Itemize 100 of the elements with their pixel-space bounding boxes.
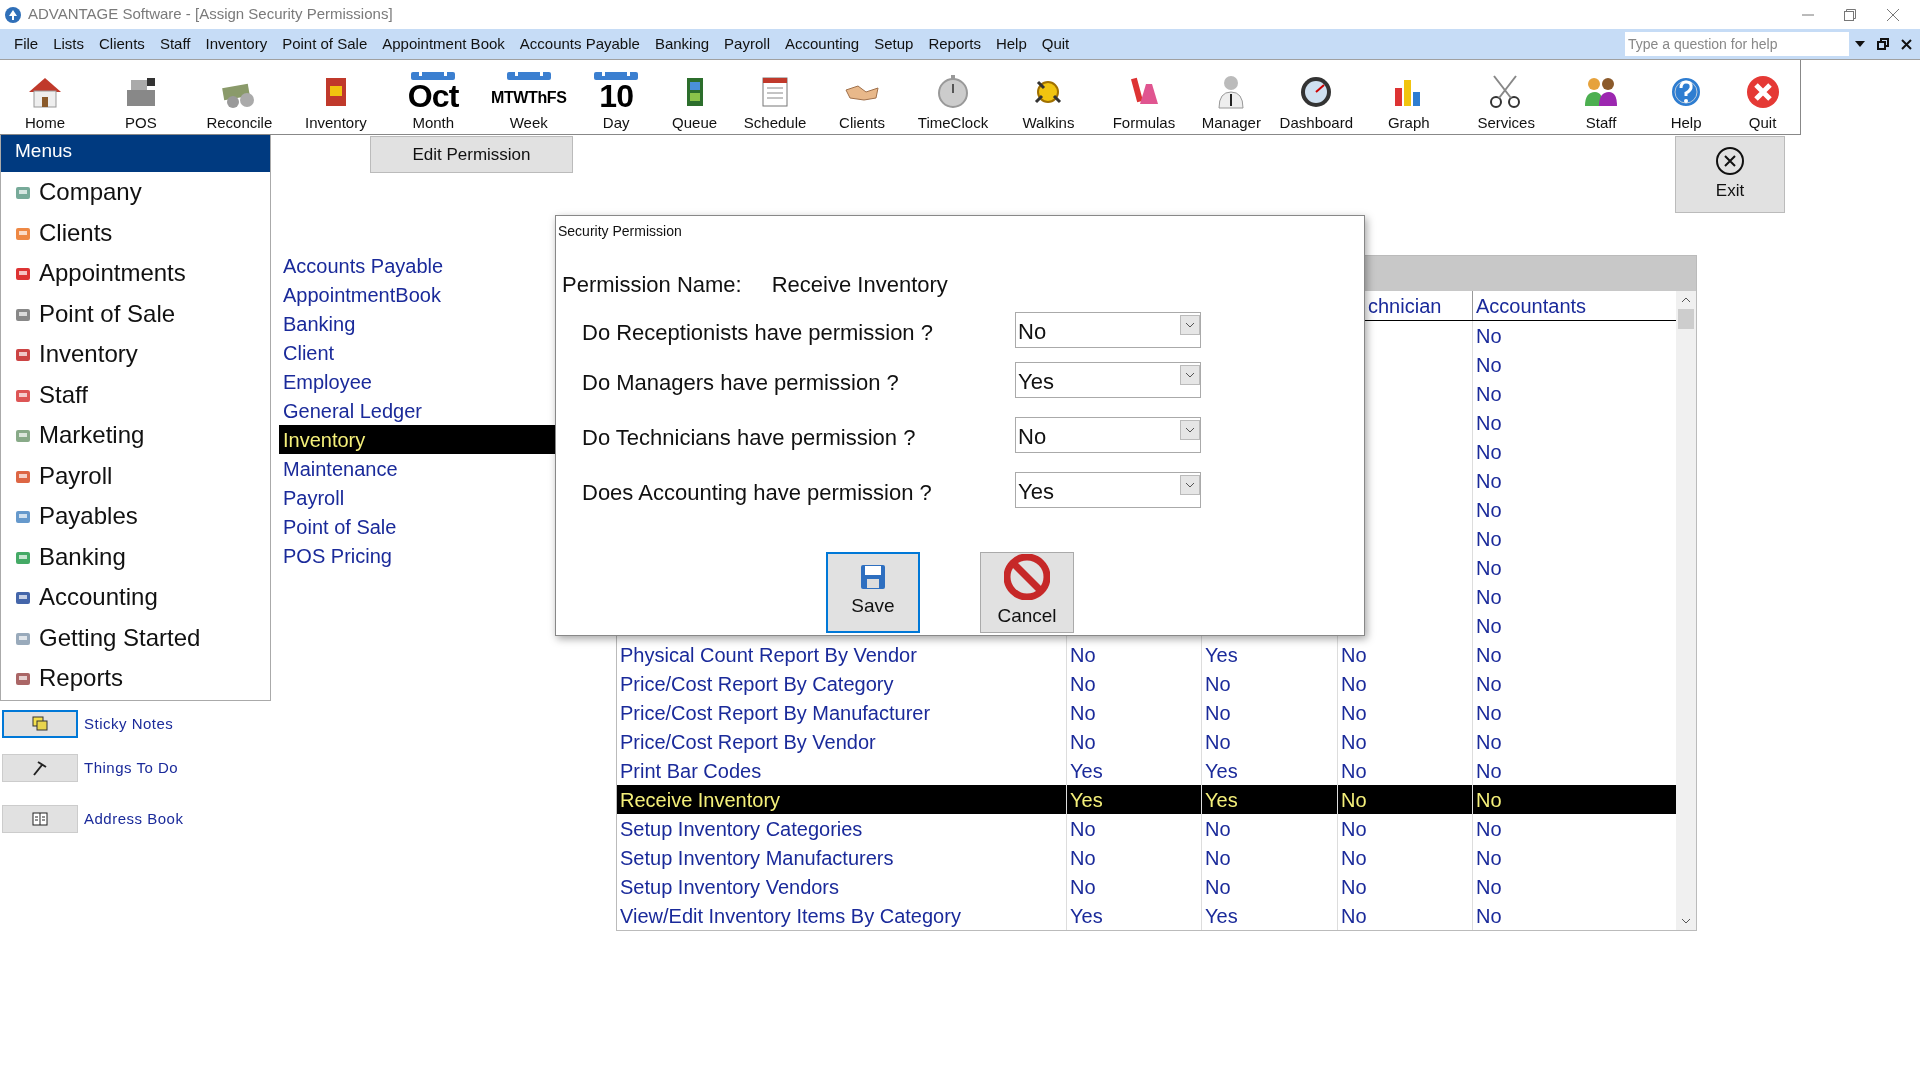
- toolbar-button[interactable]: Schedule: [732, 60, 818, 134]
- menu-item[interactable]: Banking: [654, 32, 710, 56]
- menu-item[interactable]: Appointment Book: [382, 32, 505, 56]
- help-search-field[interactable]: Type a question for help: [1625, 32, 1849, 56]
- toolbar-button[interactable]: Walkins: [999, 60, 1098, 134]
- scroll-up-icon[interactable]: [1680, 295, 1692, 305]
- menu-item-icon: [15, 589, 31, 606]
- sidebar-item[interactable]: Reports: [1, 658, 270, 699]
- permission-value-cell: No: [1337, 901, 1472, 930]
- permission-dropdown[interactable]: No: [1015, 417, 1201, 453]
- shortcut-button[interactable]: [2, 805, 78, 833]
- permission-value-cell: Yes: [1066, 785, 1201, 814]
- toolbar-button[interactable]: Manager: [1190, 60, 1273, 134]
- toolbar-button[interactable]: Oct Month: [384, 60, 482, 134]
- permission-value-cell: No: [1201, 843, 1337, 872]
- permission-name-cell-text: Price/Cost Report By Manufacturer: [619, 700, 932, 726]
- permission-value-cell: No: [1337, 814, 1472, 843]
- shortcut-link[interactable]: Things To Do: [84, 756, 179, 780]
- shortcut-link[interactable]: Address Book: [84, 807, 184, 831]
- permission-value-cell: No: [1337, 843, 1472, 872]
- sidebar-item[interactable]: Inventory: [1, 334, 270, 375]
- menu-item[interactable]: Setup: [874, 32, 914, 56]
- shortcut-link[interactable]: Sticky Notes: [84, 712, 174, 736]
- sidebar-item[interactable]: Appointments: [1, 253, 270, 294]
- sidebar-item[interactable]: Payroll: [1, 455, 270, 496]
- toolbar-button[interactable]: Staff: [1555, 60, 1648, 134]
- menu-item[interactable]: Accounts Payable: [519, 32, 640, 56]
- menu-item[interactable]: Quit: [1041, 32, 1070, 56]
- sidebar-item[interactable]: Getting Started: [1, 617, 270, 658]
- shortcut-button[interactable]: [2, 754, 78, 782]
- permission-value-cell: No: [1066, 814, 1201, 843]
- toolbar-button[interactable]: POS: [89, 60, 192, 134]
- permission-value-cell: Yes: [1201, 640, 1337, 669]
- field-label: Permission Name:: [562, 271, 742, 299]
- sidebar-item[interactable]: Accounting: [1, 577, 270, 618]
- permission-dropdown[interactable]: No: [1015, 312, 1201, 348]
- permission-dropdown[interactable]: Yes: [1015, 362, 1201, 398]
- shortcut-button[interactable]: [2, 710, 78, 738]
- edit-permission-button[interactable]: Edit Permission: [370, 136, 573, 173]
- scroll-thumb[interactable]: [1678, 309, 1694, 329]
- dropdown-icon[interactable]: [1855, 40, 1865, 48]
- toolbar-button[interactable]: Queue: [656, 60, 733, 134]
- permission-name-cell-text: Price/Cost Report By Vendor: [619, 729, 877, 755]
- permission-name-cell-text: Setup Inventory Vendors: [619, 874, 841, 900]
- sidebar-item[interactable]: Marketing: [1, 415, 270, 456]
- sidebar-item[interactable]: Banking: [1, 536, 270, 577]
- close-icon[interactable]: [1901, 38, 1912, 50]
- menu-item-icon: [15, 427, 31, 444]
- permission-value-cell: No: [1337, 872, 1472, 901]
- menu-item-icon: [15, 346, 31, 363]
- toolbar-button[interactable]: Quit: [1725, 60, 1801, 134]
- toolbar-button[interactable]: Home: [0, 60, 90, 134]
- menu-item[interactable]: Point of Sale: [282, 32, 368, 56]
- menu-item[interactable]: Staff: [159, 32, 191, 56]
- sidebar-title: Menus: [1, 135, 270, 172]
- menu-item-icon: [15, 265, 31, 282]
- hammer-icon: [31, 759, 49, 777]
- menu-item[interactable]: Clients: [99, 32, 145, 56]
- menu-item[interactable]: Inventory: [205, 32, 268, 56]
- permission-value-cell: No: [1337, 785, 1472, 814]
- scroll-down-icon[interactable]: [1680, 916, 1692, 926]
- sidebar-item[interactable]: Point of Sale: [1, 293, 270, 334]
- permission-value-cell: No: [1201, 669, 1337, 698]
- scrollbar[interactable]: [1676, 291, 1696, 930]
- toolbar-button[interactable]: Reconcile: [191, 60, 287, 134]
- menu-item[interactable]: Help: [995, 32, 1027, 56]
- menu-item[interactable]: File: [14, 32, 39, 56]
- permission-value-cell: No: [1337, 640, 1472, 669]
- permission-value-cell: No: [1337, 698, 1472, 727]
- menu-item[interactable]: Accounting: [784, 32, 860, 56]
- cancel-button[interactable]: Cancel: [980, 552, 1074, 633]
- save-button[interactable]: Save: [826, 552, 920, 633]
- toolbar-button[interactable]: Inventory: [286, 60, 385, 134]
- toolbar-button[interactable]: Graph: [1360, 60, 1458, 134]
- menu-item[interactable]: Lists: [53, 32, 84, 56]
- menu-item[interactable]: Reports: [928, 32, 981, 56]
- menu-item[interactable]: Payroll: [724, 32, 770, 56]
- calendar-text: MTWThFS: [491, 88, 567, 108]
- toolbar-button[interactable]: TimeClock: [906, 60, 1000, 134]
- toolbar-button[interactable]: Dashboard: [1272, 60, 1361, 134]
- permission-value-cell: No: [1066, 669, 1201, 698]
- toolbar-button[interactable]: Help: [1647, 60, 1726, 134]
- calendar-text: 10: [599, 78, 634, 114]
- sidebar-item[interactable]: Company: [1, 172, 270, 213]
- exit-button[interactable]: Exit: [1675, 136, 1785, 213]
- close-icon: [1715, 145, 1745, 176]
- toolbar-button[interactable]: Formulas: [1097, 60, 1191, 134]
- toolbar-button[interactable]: Services: [1457, 60, 1556, 134]
- toolbar-button[interactable]: Clients: [817, 60, 907, 134]
- restore-icon[interactable]: [1877, 38, 1889, 50]
- permission-name: Receive Inventory: [771, 271, 948, 299]
- toolbar-button[interactable]: 10 Day: [575, 60, 657, 134]
- permission-value-cell: Yes: [1066, 901, 1201, 930]
- permission-value-cell: No: [1201, 727, 1337, 756]
- permission-dropdown[interactable]: Yes: [1015, 472, 1201, 508]
- sidebar-item[interactable]: Staff: [1, 374, 270, 415]
- sidebar-item[interactable]: Payables: [1, 496, 270, 537]
- sidebar-item[interactable]: Clients: [1, 212, 270, 253]
- toolbar-button[interactable]: MTWThFS Week: [481, 60, 576, 134]
- menu-item-icon: [15, 670, 31, 687]
